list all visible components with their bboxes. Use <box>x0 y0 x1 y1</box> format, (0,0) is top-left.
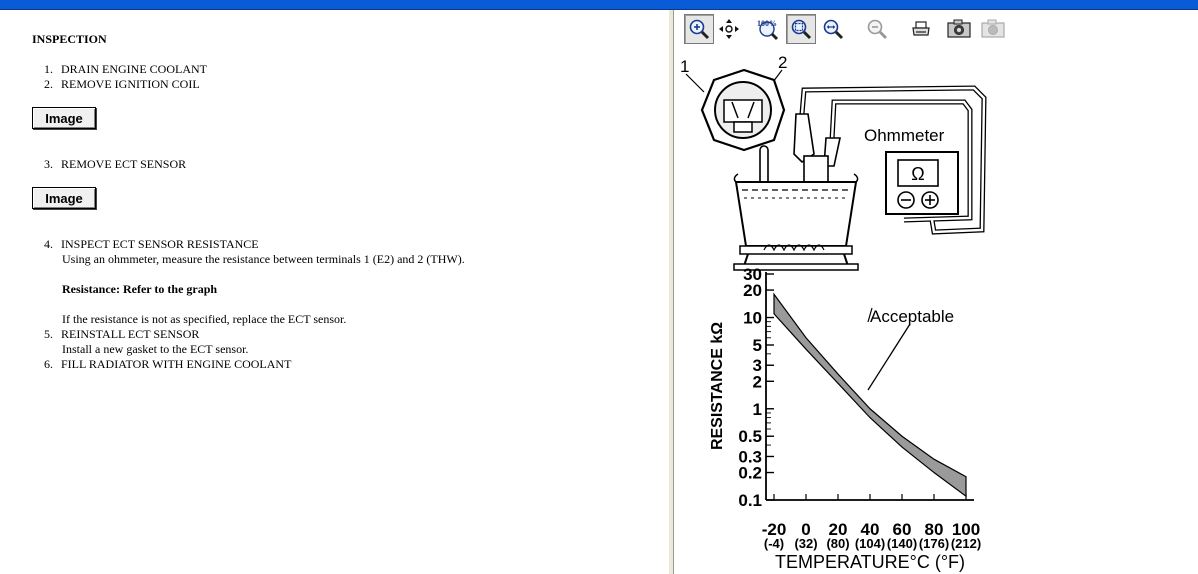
x-tick-label-f: (80) <box>826 536 849 551</box>
pan-button[interactable] <box>714 14 744 44</box>
ect-sensor-figure: 1 2 Ohmmeter Ω 0.10.20.30.51235102030 -2… <box>680 53 987 572</box>
camera-button[interactable] <box>944 14 974 44</box>
camera-disabled-icon <box>981 19 1005 38</box>
sensor-connector-illustration <box>700 68 786 152</box>
y-tick-marks: 0.10.20.30.51235102030 <box>738 265 774 510</box>
document-pane: INSPECTION 1. DRAIN ENGINE COOLANT 2. REMO… <box>0 10 668 574</box>
x-tick-label-f: (-4) <box>764 536 784 551</box>
step-2: 2. REMOVE IGNITION COIL <box>44 77 200 91</box>
x-tick-label-f: (176) <box>919 536 949 551</box>
zoom-fit-button[interactable] <box>786 14 816 44</box>
x-tick-label-f: (140) <box>887 536 917 551</box>
step-4: 4. INSPECT ECT SENSOR RESISTANCE <box>44 237 259 251</box>
viewer-toolbar: 100% <box>682 14 1005 44</box>
image-button-2[interactable]: Image <box>32 187 96 209</box>
image-viewer-pane: 100% 1 2 Ohmmeter Ω 0.1 0.2 0.3 0.5 1 2 … <box>674 10 1198 574</box>
print-icon <box>912 21 930 36</box>
y-tick-label: 5 <box>753 336 762 355</box>
ohmmeter-illustration: Ohmmeter Ω <box>864 126 959 215</box>
window-title-bar <box>0 0 1198 10</box>
step-5-detail: Install a new gasket to the ECT sensor. <box>62 342 249 356</box>
omega-symbol: Ω <box>911 164 924 184</box>
zoom-100-button[interactable]: 100% <box>752 14 782 44</box>
zoom-width-button[interactable] <box>818 14 848 44</box>
print-button[interactable] <box>906 14 936 44</box>
step-5: 5. REINSTALL ECT SENSOR <box>44 327 200 341</box>
terminal-label-2: 2 <box>778 53 787 72</box>
step-4-resistance: Resistance: Refer to the graph <box>62 282 218 296</box>
zoom-fit-icon <box>791 19 812 40</box>
zoom-in-button[interactable] <box>684 14 714 44</box>
x-tick-marks: -20(-4)0(32)20(80)40(104)60(140)80(176)1… <box>762 494 981 551</box>
zoom-width-icon <box>823 19 844 40</box>
resistance-chart: 0.10.20.30.51235102030 -20(-4)0(32)20(80… <box>709 265 981 572</box>
y-axis-label: RESISTANCE kΩ <box>709 322 726 450</box>
y-tick-label: 30 <box>743 265 762 284</box>
section-heading: INSPECTION <box>32 32 107 46</box>
zoom-100-icon: 100% <box>757 19 779 41</box>
y-tick-label: 3 <box>753 356 762 375</box>
step-1: 1. DRAIN ENGINE COOLANT <box>44 62 207 76</box>
zoom-100-label: 100% <box>757 19 777 28</box>
step-6: 6. FILL RADIATOR WITH ENGINE COOLANT <box>44 357 292 371</box>
zoom-out-icon <box>867 19 888 40</box>
zoom-out-button[interactable] <box>862 14 892 44</box>
camera-icon <box>947 19 971 38</box>
step-4-detail: Using an ohmmeter, measure the resistanc… <box>62 252 465 266</box>
y-tick-label: 0.1 <box>738 491 762 510</box>
x-axis-label: TEMPERATURE°C (°F) <box>775 552 965 572</box>
x-tick-label-f: (104) <box>855 536 885 551</box>
image-button-1[interactable]: Image <box>32 107 96 129</box>
y-tick-label: 0.5 <box>738 427 762 446</box>
x-tick-label-f: (32) <box>794 536 817 551</box>
x-tick-label-f: (212) <box>951 536 981 551</box>
ohmmeter-label: Ohmmeter <box>864 126 945 145</box>
terminal-label-1: 1 <box>680 57 689 76</box>
heated-water-pot-illustration <box>733 173 859 271</box>
step-3: 3. REMOVE ECT SENSOR <box>44 157 187 171</box>
step-4-note: If the resistance is not as specified, r… <box>62 312 347 326</box>
acceptable-pointer <box>867 323 911 391</box>
y-tick-label: 0.3 <box>738 447 762 466</box>
y-tick-label: 1 <box>753 400 762 419</box>
y-tick-label: 10 <box>743 309 762 328</box>
camera-disabled-button[interactable] <box>978 14 1008 44</box>
zoom-in-icon <box>689 19 710 40</box>
acceptable-annotation: Acceptable <box>870 307 954 326</box>
pan-icon <box>719 19 739 39</box>
